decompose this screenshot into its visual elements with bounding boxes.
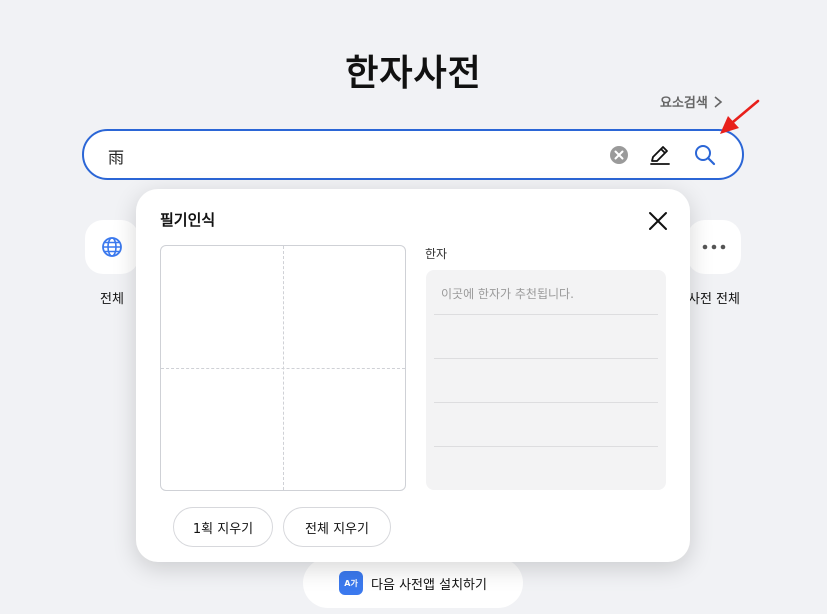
search-box: 雨 [82, 129, 744, 180]
handwriting-canvas[interactable] [160, 245, 406, 491]
handwriting-button[interactable] [646, 141, 674, 169]
pen-icon [650, 146, 670, 165]
undo-stroke-button[interactable]: 1획 지우기 [173, 507, 273, 547]
search-button[interactable] [691, 141, 719, 169]
more-dots-icon [702, 244, 726, 250]
result-row-divider [434, 446, 658, 447]
install-app-label: 다음 사전앱 설치하기 [371, 577, 487, 593]
result-row-divider [434, 314, 658, 315]
clear-button[interactable] [605, 141, 633, 169]
dictionary-page: 한자사전 요소검색 雨 전체 사전 전체 A가 다음 사전앱 설치하기 필기인식… [0, 0, 827, 614]
result-row-divider [434, 358, 658, 359]
result-row-divider [434, 402, 658, 403]
category-dictionary-all[interactable]: 사전 전체 [684, 220, 744, 307]
page-title: 한자사전 [345, 53, 482, 94]
install-app-button[interactable]: A가 다음 사전앱 설치하기 [303, 558, 523, 608]
handwriting-panel-title: 필기인식 [160, 211, 216, 229]
element-search-label: 요소검색 [660, 96, 708, 111]
result-list: 이곳에 한자가 추천됩니다. [426, 270, 666, 490]
search-input[interactable]: 雨 [108, 144, 124, 168]
result-label: 한자 [425, 247, 448, 261]
globe-icon [102, 237, 122, 257]
category-dictionary-all-button[interactable] [687, 220, 741, 274]
category-all[interactable]: 전체 [82, 220, 142, 307]
clear-all-button[interactable]: 전체 지우기 [283, 507, 391, 547]
annotation-arrow-icon [720, 99, 760, 134]
search-icon [695, 145, 716, 166]
handwriting-panel: 필기인식 한자 이곳에 한자가 추천됩니다. 1획 지우기 전체 지우기 [136, 189, 690, 562]
clear-icon [610, 146, 628, 164]
daum-dictionary-app-icon: A가 [339, 571, 364, 595]
category-all-button[interactable] [85, 220, 139, 274]
canvas-guide-horizontal [161, 368, 405, 369]
close-icon[interactable] [646, 209, 670, 233]
result-placeholder: 이곳에 한자가 추천됩니다. [441, 287, 574, 301]
category-dictionary-all-label: 사전 전체 [688, 292, 740, 307]
category-all-label: 전체 [100, 292, 124, 307]
